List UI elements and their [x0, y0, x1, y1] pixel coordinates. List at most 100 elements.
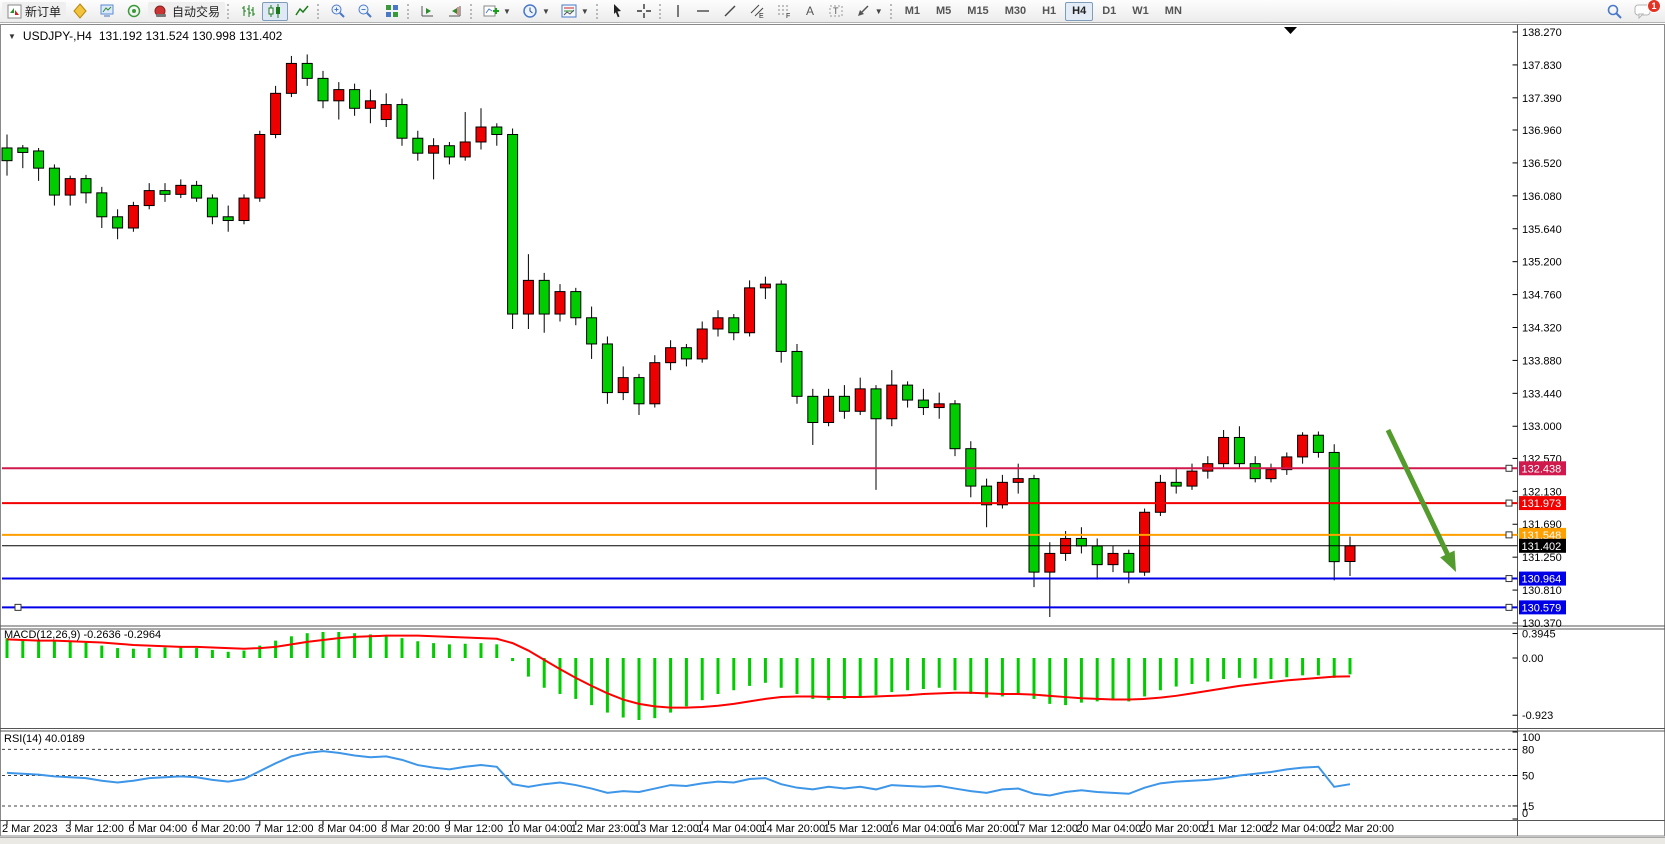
- auto-scroll-icon: [420, 3, 436, 19]
- chart-shift-button[interactable]: [442, 2, 468, 21]
- svg-text:138.270: 138.270: [1522, 27, 1562, 39]
- svg-text:131.973: 131.973: [1522, 498, 1562, 510]
- crosshair-button[interactable]: [631, 2, 657, 21]
- vertical-line-button[interactable]: [667, 2, 689, 21]
- line-chart-icon: [294, 3, 310, 19]
- text-icon: A: [803, 3, 817, 19]
- search-icon: [1606, 3, 1623, 20]
- svg-text:100: 100: [1522, 732, 1540, 744]
- text-label-button[interactable]: T: [823, 2, 849, 21]
- zoom-out-icon: [357, 3, 373, 19]
- text-button[interactable]: A: [798, 2, 822, 21]
- indicators-icon: [483, 3, 499, 19]
- tile-windows-icon: [384, 3, 400, 19]
- new-order-icon: [7, 4, 22, 19]
- charts-button[interactable]: [67, 2, 93, 21]
- toolbar-grip: [407, 4, 411, 19]
- trendline-button[interactable]: [717, 2, 743, 21]
- chart-shift-icon: [447, 3, 463, 19]
- autotrade-label: 自动交易: [172, 3, 220, 20]
- chat-button[interactable]: 1: [1629, 2, 1657, 21]
- fibonacci-icon: F: [776, 3, 792, 19]
- svg-text:134.320: 134.320: [1522, 322, 1562, 334]
- toolbar-grip: [227, 4, 231, 19]
- svg-text:50: 50: [1522, 771, 1534, 783]
- zoom-in-button[interactable]: [325, 2, 351, 21]
- bar-chart-icon: [240, 3, 256, 19]
- bar-chart-button[interactable]: [235, 2, 261, 21]
- templates-button[interactable]: ▼: [556, 2, 594, 21]
- svg-text:2 Mar 2023: 2 Mar 2023: [2, 823, 58, 835]
- horizontal-line-icon: [695, 3, 711, 19]
- svg-text:8 Mar 20:00: 8 Mar 20:00: [381, 823, 440, 835]
- timeframe-m1[interactable]: M1: [898, 2, 927, 21]
- svg-text:137.390: 137.390: [1522, 93, 1562, 105]
- periods-button[interactable]: ▼: [517, 2, 555, 21]
- timeframe-d1[interactable]: D1: [1095, 2, 1123, 21]
- timeframe-m15[interactable]: M15: [960, 2, 995, 21]
- toolbar-grip: [470, 4, 474, 19]
- indicators-button[interactable]: ▼: [478, 2, 516, 21]
- toolbar: 新订单 自动交易 ▼ ▼: [0, 0, 1665, 23]
- auto-scroll-button[interactable]: [415, 2, 441, 21]
- dropdown-caret-icon: ▼: [581, 7, 589, 16]
- svg-text:135.200: 135.200: [1522, 257, 1562, 269]
- signals-button[interactable]: [121, 2, 147, 21]
- arrows-button[interactable]: ▼: [850, 2, 888, 21]
- channel-button[interactable]: E: [744, 2, 770, 21]
- svg-text:0.00: 0.00: [1522, 653, 1543, 665]
- horizontal-line-button[interactable]: [690, 2, 716, 21]
- timeframe-h4[interactable]: H4: [1065, 2, 1093, 21]
- svg-text:22 Mar 04:00: 22 Mar 04:00: [1266, 823, 1331, 835]
- search-button[interactable]: [1601, 2, 1628, 21]
- svg-text:133.440: 133.440: [1522, 388, 1562, 400]
- svg-text:E: E: [759, 13, 764, 19]
- monitor-chart-icon: [99, 3, 115, 19]
- autotrade-button[interactable]: 自动交易: [148, 2, 225, 21]
- chart-svg[interactable]: 138.270137.830137.390136.960136.520136.0…: [0, 0, 1665, 843]
- arrows-icon: [855, 3, 871, 19]
- tile-windows-button[interactable]: [379, 2, 405, 21]
- dropdown-caret-icon: ▼: [542, 7, 550, 16]
- new-order-button[interactable]: 新订单: [2, 2, 66, 21]
- svg-text:0: 0: [1522, 808, 1528, 820]
- trendline-icon: [722, 3, 738, 19]
- candlestick-chart-button[interactable]: [262, 2, 288, 21]
- chat-badge: 1: [1647, 0, 1661, 13]
- svg-text:T: T: [833, 6, 839, 16]
- svg-text:22 Mar 20:00: 22 Mar 20:00: [1329, 823, 1394, 835]
- dropdown-caret-icon: ▼: [503, 7, 511, 16]
- profiles-button[interactable]: [94, 2, 120, 21]
- timeframe-mn[interactable]: MN: [1158, 2, 1189, 21]
- svg-text:15 Mar 12:00: 15 Mar 12:00: [824, 823, 889, 835]
- timeframe-m30[interactable]: M30: [998, 2, 1033, 21]
- timeframe-m5[interactable]: M5: [929, 2, 958, 21]
- rsi-indicator-label: RSI(14) 40.0189: [4, 733, 85, 745]
- zoom-in-icon: [330, 3, 346, 19]
- timeframe-w1[interactable]: W1: [1125, 2, 1156, 21]
- line-chart-button[interactable]: [289, 2, 315, 21]
- chart-ohlc-values: 131.192 131.524 130.998 131.402: [99, 29, 283, 43]
- cursor-button[interactable]: [604, 2, 630, 21]
- svg-text:21 Mar 12:00: 21 Mar 12:00: [1203, 823, 1268, 835]
- svg-text:17 Mar 12:00: 17 Mar 12:00: [1013, 823, 1078, 835]
- svg-text:14 Mar 20:00: 14 Mar 20:00: [760, 823, 825, 835]
- svg-text:130.964: 130.964: [1522, 574, 1562, 586]
- autotrade-icon: [153, 4, 169, 19]
- zoom-out-button[interactable]: [352, 2, 378, 21]
- svg-text:14 Mar 04:00: 14 Mar 04:00: [697, 823, 762, 835]
- clock-icon: [522, 3, 538, 19]
- svg-text:131.402: 131.402: [1522, 541, 1562, 553]
- svg-text:A: A: [806, 4, 814, 18]
- svg-text:133.000: 133.000: [1522, 421, 1562, 433]
- svg-text:134.760: 134.760: [1522, 290, 1562, 302]
- svg-text:133.880: 133.880: [1522, 355, 1562, 367]
- toolbar-grip: [317, 4, 321, 19]
- fibonacci-button[interactable]: F: [771, 2, 797, 21]
- timeframe-h1[interactable]: H1: [1035, 2, 1063, 21]
- signal-icon: [126, 3, 142, 19]
- svg-text:130.810: 130.810: [1522, 585, 1562, 597]
- dropdown-caret-icon: ▼: [875, 7, 883, 16]
- candlestick-icon: [267, 3, 283, 19]
- svg-text:12 Mar 23:00: 12 Mar 23:00: [571, 823, 636, 835]
